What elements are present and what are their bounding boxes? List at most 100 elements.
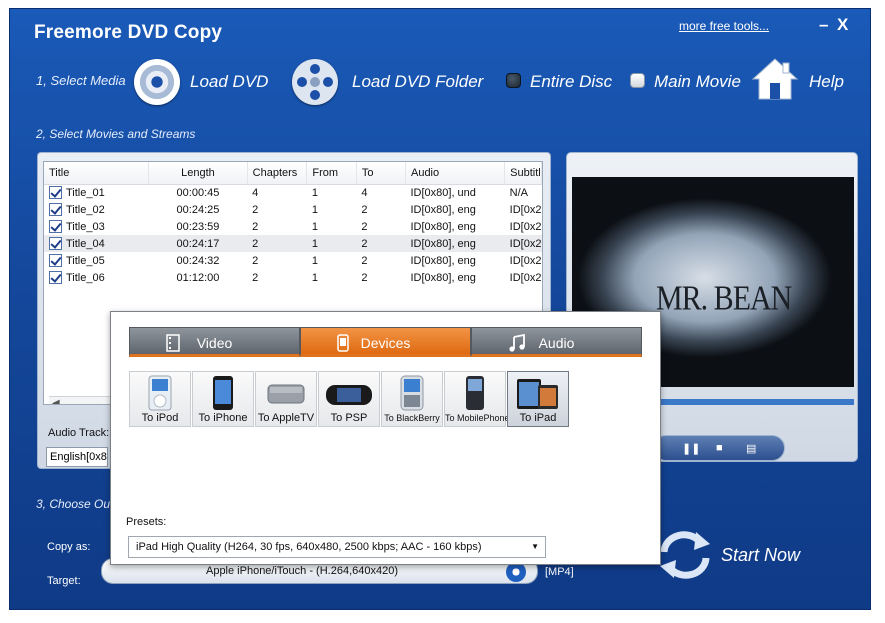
dvd-disc-icon[interactable] bbox=[134, 59, 180, 105]
step1-label: 1, Select Media bbox=[36, 73, 126, 88]
device-psp-label: To PSP bbox=[330, 412, 368, 424]
appletv-icon bbox=[267, 384, 305, 404]
ipod-icon bbox=[148, 375, 172, 411]
col-from[interactable]: From bbox=[306, 162, 357, 185]
table-row[interactable]: Title_04 00:24:17 2 1 2 ID[0x80], eng ID[0x2 bbox=[44, 235, 542, 252]
cell-chapters: 2 bbox=[252, 203, 259, 216]
tab-audio[interactable]: Audio bbox=[471, 327, 642, 357]
cell-chapters: 2 bbox=[252, 271, 259, 284]
cell-subtitle: ID[0x2 bbox=[509, 203, 542, 216]
start-now-button[interactable]: Start Now bbox=[721, 545, 800, 566]
device-appletv[interactable]: To AppleTV bbox=[255, 371, 317, 427]
more-tools-link[interactable]: more free tools... bbox=[679, 19, 769, 33]
table-row[interactable]: Title_05 00:24:32 2 1 2 ID[0x80], eng ID[0x2 bbox=[44, 252, 542, 269]
tab-video[interactable]: Video bbox=[129, 327, 300, 357]
film-reel-icon[interactable] bbox=[292, 59, 338, 105]
row-checkbox[interactable] bbox=[49, 271, 62, 284]
tab-devices[interactable]: Devices bbox=[300, 327, 471, 357]
col-length[interactable]: Length bbox=[148, 162, 248, 185]
profile-tabs: Video Devices Audio bbox=[129, 327, 642, 357]
main-movie-radio[interactable] bbox=[630, 73, 645, 88]
presets-select[interactable]: iPad High Quality (H264, 30 fps, 640x480… bbox=[128, 536, 546, 558]
device-mobilephone-label: To MobilePhone bbox=[445, 413, 510, 423]
row-checkbox[interactable] bbox=[49, 237, 62, 250]
start-refresh-icon[interactable] bbox=[656, 530, 714, 580]
row-title: Title_03 bbox=[66, 221, 105, 233]
cell-subtitle: N/A bbox=[509, 186, 528, 199]
tab-devices-label: Devices bbox=[360, 335, 411, 351]
col-to[interactable]: To bbox=[356, 162, 406, 185]
pause-icon[interactable]: ❚❚ bbox=[682, 442, 700, 455]
cell-audio: ID[0x80], eng bbox=[405, 235, 505, 252]
cell-chapters: 2 bbox=[252, 220, 259, 233]
target-label: Target: bbox=[47, 575, 81, 587]
cell-to: 2 bbox=[356, 235, 406, 252]
close-button[interactable]: X bbox=[837, 15, 848, 35]
table-row[interactable]: Title_03 00:23:59 2 1 2 ID[0x80], eng ID[0x2 bbox=[44, 218, 542, 235]
device-ipad-label: To iPad bbox=[519, 412, 557, 424]
col-title[interactable]: Title bbox=[44, 162, 150, 185]
cell-length: 00:24:17 bbox=[148, 235, 248, 252]
device-blackberry[interactable]: To BlackBerry bbox=[381, 371, 443, 427]
cell-to: 4 bbox=[361, 186, 368, 199]
video-overlay-text: MR. BEAN bbox=[656, 279, 792, 318]
cell-chapters: 4 bbox=[252, 186, 259, 199]
output-profile-popup: Video Devices Audio To iPod To iPhone To… bbox=[110, 311, 661, 565]
gear-icon[interactable] bbox=[506, 562, 526, 582]
step3-label: 3, Choose Outp bbox=[36, 497, 121, 511]
cell-subtitle: ID[0x2 bbox=[509, 254, 542, 267]
target-value: Apple iPhone/iTouch - (H.264,640x420) bbox=[205, 565, 398, 577]
tab-audio-label: Audio bbox=[538, 335, 575, 351]
snapshot-icon[interactable]: ▤ bbox=[746, 442, 756, 455]
help-button[interactable]: Help bbox=[809, 72, 844, 92]
load-dvd-folder-button[interactable]: Load DVD Folder bbox=[352, 72, 483, 92]
table-row[interactable]: Title_06 01:12:00 2 1 2 ID[0x80], eng ID[0x2 bbox=[44, 269, 542, 286]
col-subtitle[interactable]: Subtitl bbox=[504, 162, 542, 185]
blackberry-icon bbox=[400, 375, 424, 411]
audio-track-select[interactable]: English[0x80 bbox=[46, 447, 108, 467]
row-checkbox[interactable] bbox=[49, 203, 62, 216]
device-ipad[interactable]: To iPad bbox=[507, 371, 569, 427]
entire-disc-label[interactable]: Entire Disc bbox=[530, 72, 612, 92]
ipad-icon bbox=[517, 379, 558, 409]
device-mobilephone[interactable]: To MobilePhone bbox=[444, 371, 510, 427]
main-movie-label[interactable]: Main Movie bbox=[654, 72, 741, 92]
table-row[interactable]: Title_02 00:24:25 2 1 2 ID[0x80], eng ID[0x2 bbox=[44, 201, 542, 218]
iphone-icon bbox=[213, 376, 233, 410]
minimize-button[interactable]: – bbox=[819, 15, 828, 35]
cell-length: 00:00:45 bbox=[176, 186, 220, 199]
row-checkbox[interactable] bbox=[49, 220, 62, 233]
audio-track-label: Audio Track: bbox=[48, 427, 110, 439]
entire-disc-radio[interactable] bbox=[506, 73, 521, 88]
cell-audio: ID[0x80], eng bbox=[410, 254, 476, 267]
table-header: Title Length Chapters From To Audio Subt… bbox=[44, 162, 542, 185]
chevron-down-icon[interactable]: ▼ bbox=[531, 542, 539, 551]
cell-chapters: 2 bbox=[247, 235, 307, 252]
app-title: Freemore DVD Copy bbox=[34, 22, 223, 43]
cell-audio: ID[0x80], eng bbox=[410, 271, 476, 284]
home-help-icon[interactable] bbox=[751, 57, 799, 101]
row-checkbox[interactable] bbox=[49, 254, 62, 267]
col-chapters[interactable]: Chapters bbox=[247, 162, 308, 185]
device-psp[interactable]: To PSP bbox=[318, 371, 380, 427]
cell-to: 2 bbox=[361, 271, 368, 284]
cell-title: Title_06 bbox=[44, 269, 149, 286]
table-row[interactable]: Title_01 00:00:45 4 1 4 ID[0x80], und N/A bbox=[44, 184, 542, 201]
col-audio[interactable]: Audio bbox=[405, 162, 506, 185]
cell-length: 00:24:25 bbox=[176, 203, 220, 216]
cell-audio: ID[0x80], eng bbox=[410, 220, 476, 233]
cell-subtitle: ID[0x2 bbox=[509, 271, 542, 284]
stop-icon[interactable]: ■ bbox=[716, 442, 723, 454]
row-checkbox[interactable] bbox=[49, 186, 62, 200]
cell-audio: ID[0x80], und bbox=[410, 186, 476, 199]
device-iphone[interactable]: To iPhone bbox=[192, 371, 254, 427]
device-ipod[interactable]: To iPod bbox=[129, 371, 191, 427]
device-blackberry-label: To BlackBerry bbox=[384, 413, 440, 423]
load-dvd-button[interactable]: Load DVD bbox=[190, 72, 268, 92]
cell-from: 1 bbox=[311, 203, 319, 216]
row-title: Title_01 bbox=[66, 187, 105, 200]
scroll-left-icon[interactable]: ◀ bbox=[52, 398, 60, 404]
cell-title: Title_02 bbox=[44, 201, 149, 218]
cell-length: 01:12:00 bbox=[176, 271, 220, 284]
device-iphone-label: To iPhone bbox=[198, 412, 248, 424]
